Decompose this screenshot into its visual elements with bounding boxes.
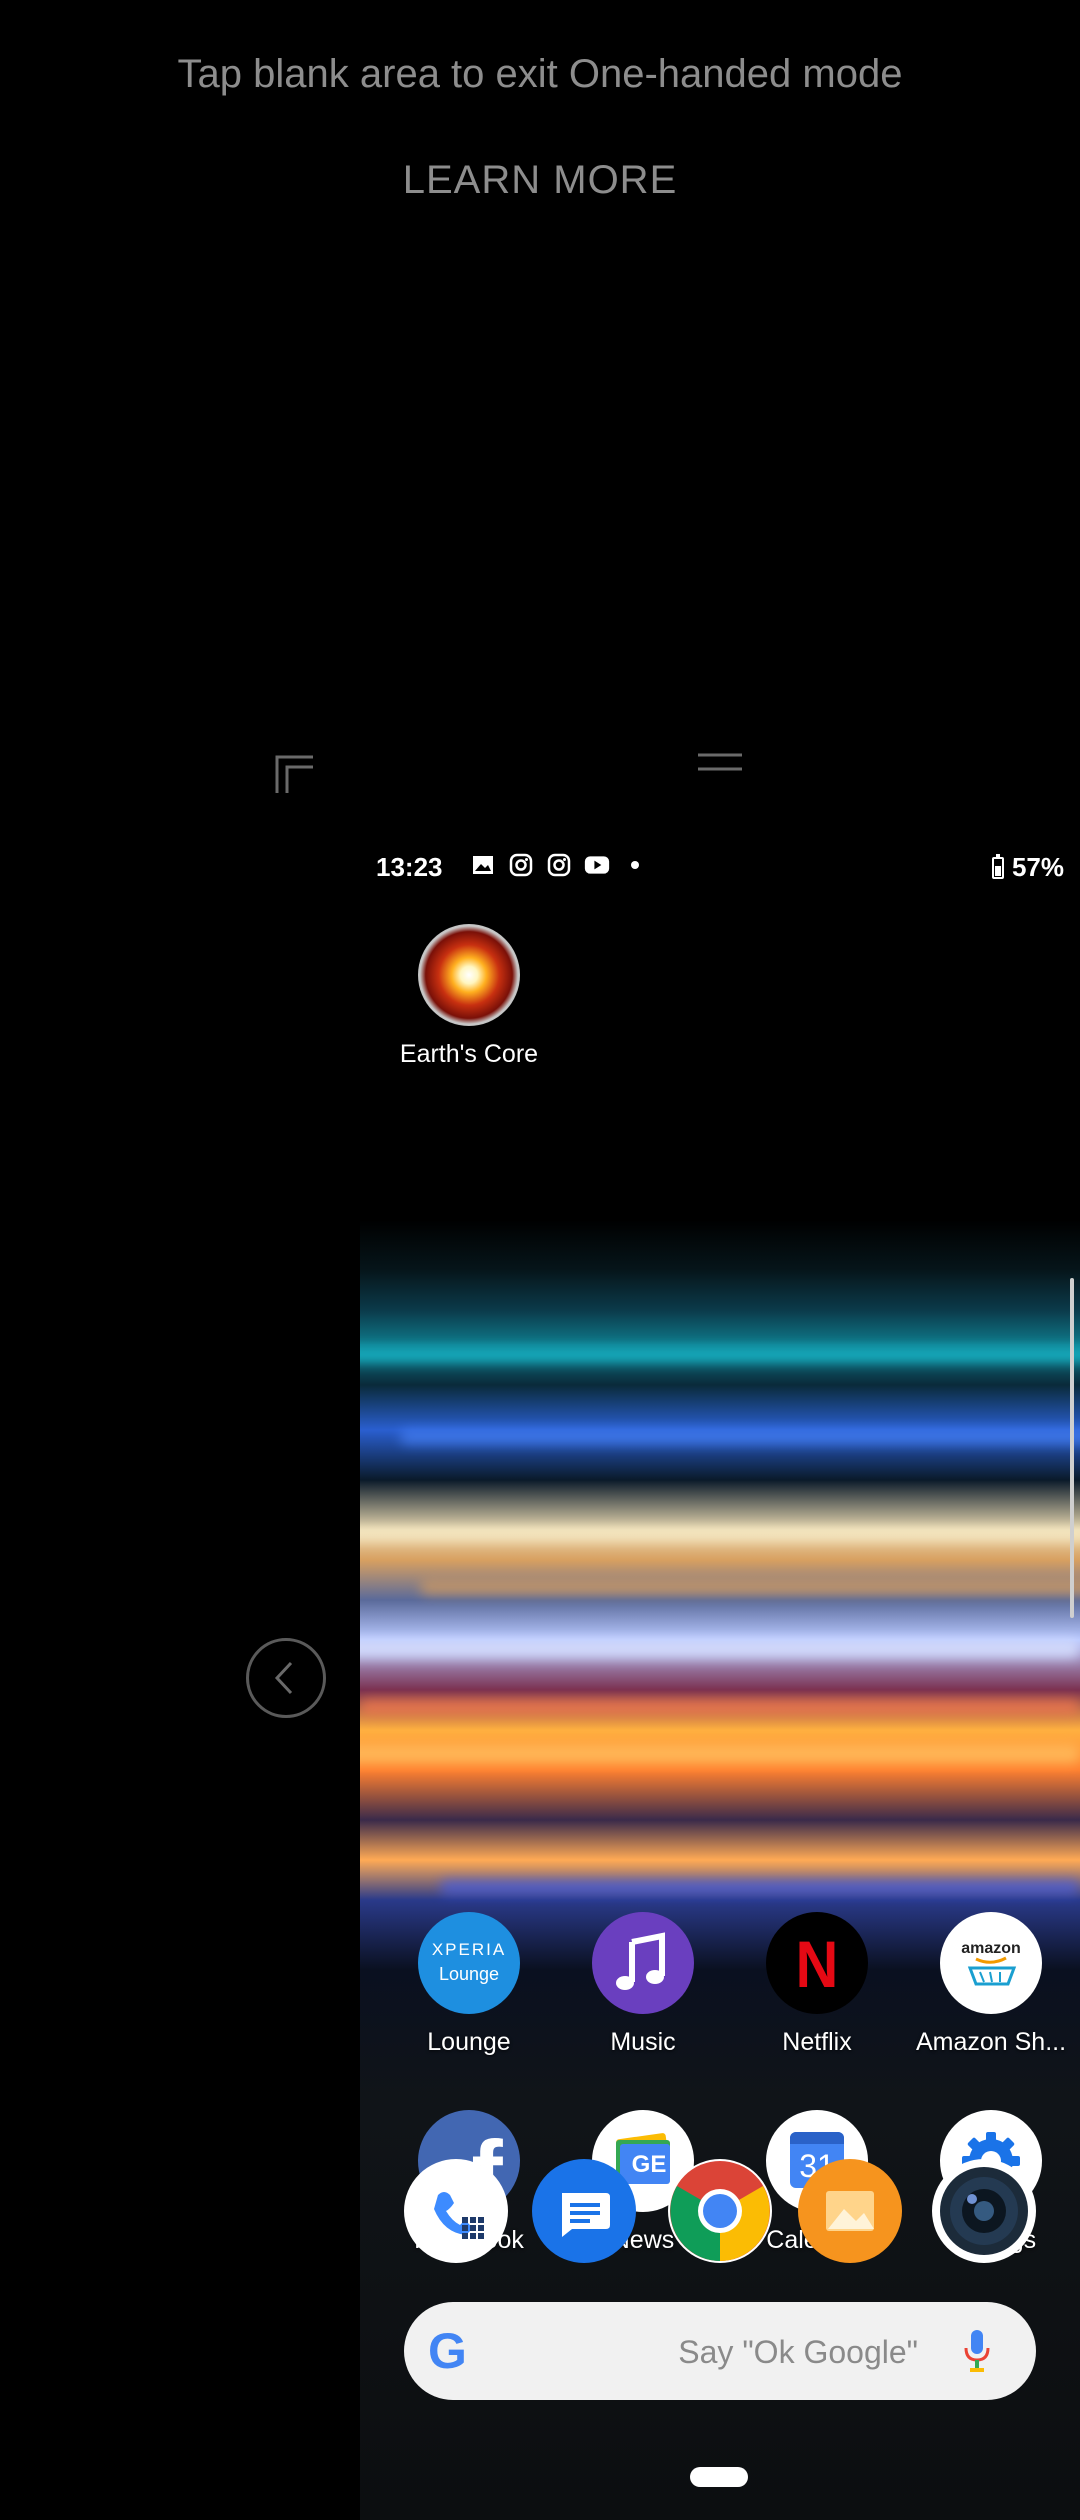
- app-label: Earth's Core: [399, 1040, 539, 1068]
- wallpaper-streak: [360, 1640, 1080, 1658]
- image-icon: [470, 852, 496, 878]
- wallpaper-streak: [360, 1745, 1080, 1763]
- calendar-header: [790, 2132, 844, 2144]
- app-label: Music: [610, 2028, 676, 2056]
- dot-icon: [622, 852, 648, 878]
- youtube-icon: [584, 852, 610, 878]
- xperia-lounge-icon: XPERIA Lounge: [418, 1912, 520, 2014]
- netflix-icon: N: [766, 1912, 868, 2014]
- instagram-icon: [546, 852, 572, 878]
- status-time: 13:23: [376, 852, 443, 882]
- scrollbar[interactable]: [1070, 1278, 1074, 1618]
- gallery-icon[interactable]: [798, 2159, 902, 2263]
- one-handed-hint: Tap blank area to exit One-handed mode: [177, 52, 903, 96]
- resize-handle-icon[interactable]: [698, 752, 742, 772]
- app-amazon-shopping[interactable]: amazon Amazon Sh...: [906, 1912, 1076, 2057]
- app-label: Netflix: [782, 2028, 852, 2056]
- wallpaper-streak: [440, 1880, 1080, 1894]
- app-lounge[interactable]: XPERIA Lounge Lounge: [384, 1912, 554, 2057]
- icon-text: XPERIA: [431, 1940, 507, 1959]
- camera-icon[interactable]: [932, 2159, 1036, 2263]
- icon-text: Lounge: [438, 1964, 500, 1984]
- google-g-icon: G: [428, 2323, 467, 2379]
- switch-side-icon[interactable]: [275, 755, 315, 795]
- learn-more-link[interactable]: LEARN MORE: [0, 158, 1080, 203]
- wallpaper-streak: [400, 1430, 1080, 1444]
- microphone-icon[interactable]: [962, 2328, 992, 2376]
- app-netflix[interactable]: N Netflix: [732, 1912, 902, 2057]
- chrome-icon[interactable]: [668, 2159, 772, 2263]
- earths-core-icon: [418, 924, 520, 1026]
- app-music[interactable]: Music: [558, 1912, 728, 2057]
- battery-percent: 57%: [1011, 852, 1064, 882]
- icon-text: N: [795, 1927, 839, 2001]
- google-search-bar[interactable]: G Say "Ok Google": [404, 2302, 1036, 2400]
- one-handed-screen[interactable]: 13:23 57% Earth's Core XPERIA Lounge Lou…: [360, 840, 1080, 2520]
- app-earths-core[interactable]: Earth's Core: [384, 924, 554, 1069]
- battery-icon: [991, 853, 1004, 879]
- wallpaper-streak: [420, 1580, 1080, 1594]
- messages-icon[interactable]: [532, 2159, 636, 2263]
- back-arrow-button[interactable]: [246, 1638, 326, 1718]
- status-bar: 13:23 57%: [360, 840, 1080, 894]
- phone-icon[interactable]: [404, 2159, 508, 2263]
- instagram-icon: [508, 852, 534, 878]
- chevron-left-icon: [274, 1661, 293, 1695]
- wallpaper: [360, 840, 1080, 2520]
- search-placeholder: Say "Ok Google": [678, 2334, 918, 2370]
- app-label: Lounge: [427, 2028, 511, 2056]
- app-label: Amazon Sh...: [915, 2028, 1067, 2056]
- wallpaper-streak: [360, 1700, 1080, 1714]
- music-icon: [592, 1912, 694, 2014]
- wallpaper-streak: [360, 1530, 1080, 1540]
- wallpaper-streak: [360, 1348, 1080, 1362]
- home-pill[interactable]: [690, 2467, 748, 2487]
- amazon-shopping-icon: amazon: [940, 1912, 1042, 2014]
